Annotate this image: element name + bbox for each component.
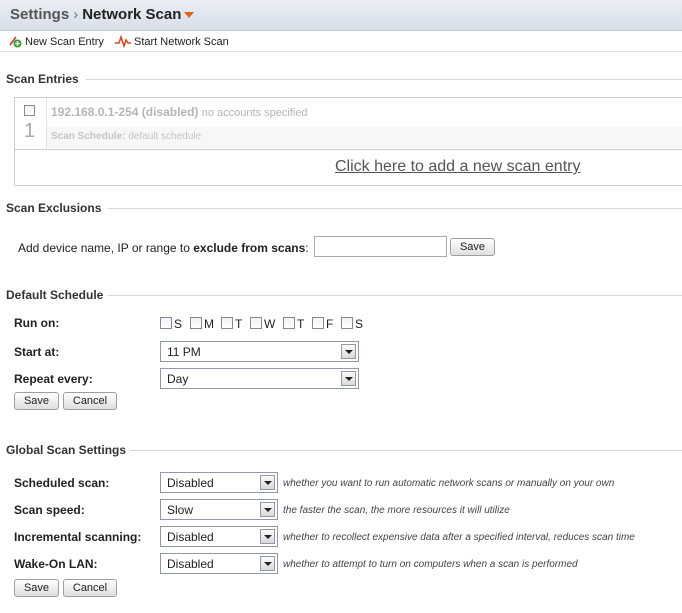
scan-schedule-value: default schedule [128,131,202,142]
scan-entry-range[interactable]: 192.168.0.1-254 (disabled) no accounts s… [51,105,308,119]
scan-entry-checkbox[interactable] [24,105,35,116]
scan-entries-heading: Scan Entries [6,72,79,86]
day-monday[interactable]: M [190,317,214,331]
chevron-down-icon[interactable] [341,344,356,359]
day-tuesday[interactable]: T [221,317,242,331]
global-save-button[interactable]: Save [14,579,59,597]
incremental-scanning-hint: whether to recollect expensive data afte… [283,532,635,543]
day-sunday[interactable]: S [160,317,182,331]
exclusion-label: Add device name, IP or range to exclude … [18,241,309,255]
title-bar: Settings › Network Scan [0,0,682,31]
exclusion-label-bold: exclude from scans [193,241,306,255]
day-friday[interactable]: F [312,317,333,331]
toolbar: New Scan Entry Start Network Scan [0,31,682,52]
breadcrumb-settings[interactable]: Settings [10,6,69,23]
start-at-select[interactable]: 11 PM [160,341,359,362]
caret-down-icon[interactable] [184,12,195,19]
wake-on-lan-hint: whether to attempt to turn on computers … [283,559,578,570]
scan-speed-select[interactable]: Slow [160,499,278,520]
day-label: T [297,317,305,331]
repeat-every-label: Repeat every: [14,372,93,386]
start-at-value: 11 PM [167,345,201,359]
day-checkbox[interactable] [221,317,233,329]
wake-on-lan-label: Wake-On LAN: [14,557,98,571]
day-checkbox[interactable] [283,317,295,329]
day-label: F [326,317,334,331]
day-checkbox[interactable] [160,317,172,329]
day-checkbox[interactable] [250,317,262,329]
day-saturday[interactable]: S [341,317,363,331]
scan-schedule-label: Scan Schedule: [51,131,126,142]
scan-entries-list: 1 192.168.0.1-254 (disabled) no accounts… [14,97,682,186]
day-thursday[interactable]: T [283,317,304,331]
divider [86,79,682,80]
scheduled-scan-value: Disabled [167,476,214,490]
day-label: T [235,317,243,331]
schedule-save-button[interactable]: Save [14,392,59,410]
scan-entry-number: 1 [24,120,36,142]
exclusion-label-suffix: : [305,241,309,255]
wake-on-lan-select[interactable]: Disabled [160,553,278,574]
scheduled-scan-select[interactable]: Disabled [160,472,278,493]
breadcrumb: Settings › Network Scan [10,6,195,23]
wake-on-lan-value: Disabled [167,557,214,571]
scan-entry-accounts: no accounts specified [201,107,308,119]
incremental-scanning-value: Disabled [167,530,214,544]
add-scan-entry-link[interactable]: Click here to add a new scan entry [335,158,580,176]
day-label: S [355,317,364,331]
incremental-scanning-label: Incremental scanning: [14,530,142,544]
repeat-every-value: Day [167,372,189,386]
chevron-down-icon[interactable] [260,502,275,517]
scheduled-scan-label: Scheduled scan: [14,476,110,490]
global-cancel-button[interactable]: Cancel [63,579,117,597]
global-settings-heading: Global Scan Settings [6,443,127,457]
add-icon [9,36,22,48]
start-network-scan-label: Start Network Scan [134,36,229,48]
chevron-down-icon[interactable] [260,529,275,544]
start-at-label: Start at: [14,345,60,359]
day-checkbox[interactable] [312,317,324,329]
day-wednesday[interactable]: W [250,317,275,331]
breadcrumb-separator: › [73,6,79,23]
run-on-label: Run on: [14,316,60,330]
scan-speed-hint: the faster the scan, the more resources … [283,505,510,516]
pulse-icon [115,34,131,49]
new-scan-entry-button[interactable]: New Scan Entry [8,34,104,48]
day-label: M [204,317,214,331]
day-label: W [264,317,276,331]
scan-entry-range-text: 192.168.0.1-254 (disabled) [51,105,199,119]
chevron-down-icon[interactable] [260,475,275,490]
page-title[interactable]: Network Scan [82,6,181,23]
day-checkbox[interactable] [190,317,202,329]
repeat-every-select[interactable]: Day [160,368,359,389]
day-checkbox[interactable] [341,317,353,329]
exclusion-label-prefix: Add device name, IP or range to [18,241,194,255]
exclusion-input[interactable] [314,236,447,257]
scan-speed-value: Slow [167,503,194,517]
scan-entry-row[interactable]: 1 192.168.0.1-254 (disabled) no accounts… [15,98,682,150]
scan-exclusions-heading: Scan Exclusions [6,201,102,215]
schedule-cancel-button[interactable]: Cancel [63,392,117,410]
scan-entry-schedule: Scan Schedule: default schedule [51,131,201,142]
chevron-down-icon[interactable] [341,371,356,386]
scheduled-scan-hint: whether you want to run automatic networ… [283,478,615,489]
start-network-scan-button[interactable]: Start Network Scan [115,34,229,49]
incremental-scanning-select[interactable]: Disabled [160,526,278,547]
divider [108,208,682,209]
exclusion-save-button[interactable]: Save [450,238,495,256]
scan-speed-label: Scan speed: [14,503,85,517]
chevron-down-icon[interactable] [260,556,275,571]
new-scan-entry-label: New Scan Entry [25,36,104,48]
default-schedule-heading: Default Schedule [6,288,104,302]
day-label: S [174,317,183,331]
divider [108,295,682,296]
divider [130,450,682,451]
scan-entry-index: 1 [15,98,47,149]
